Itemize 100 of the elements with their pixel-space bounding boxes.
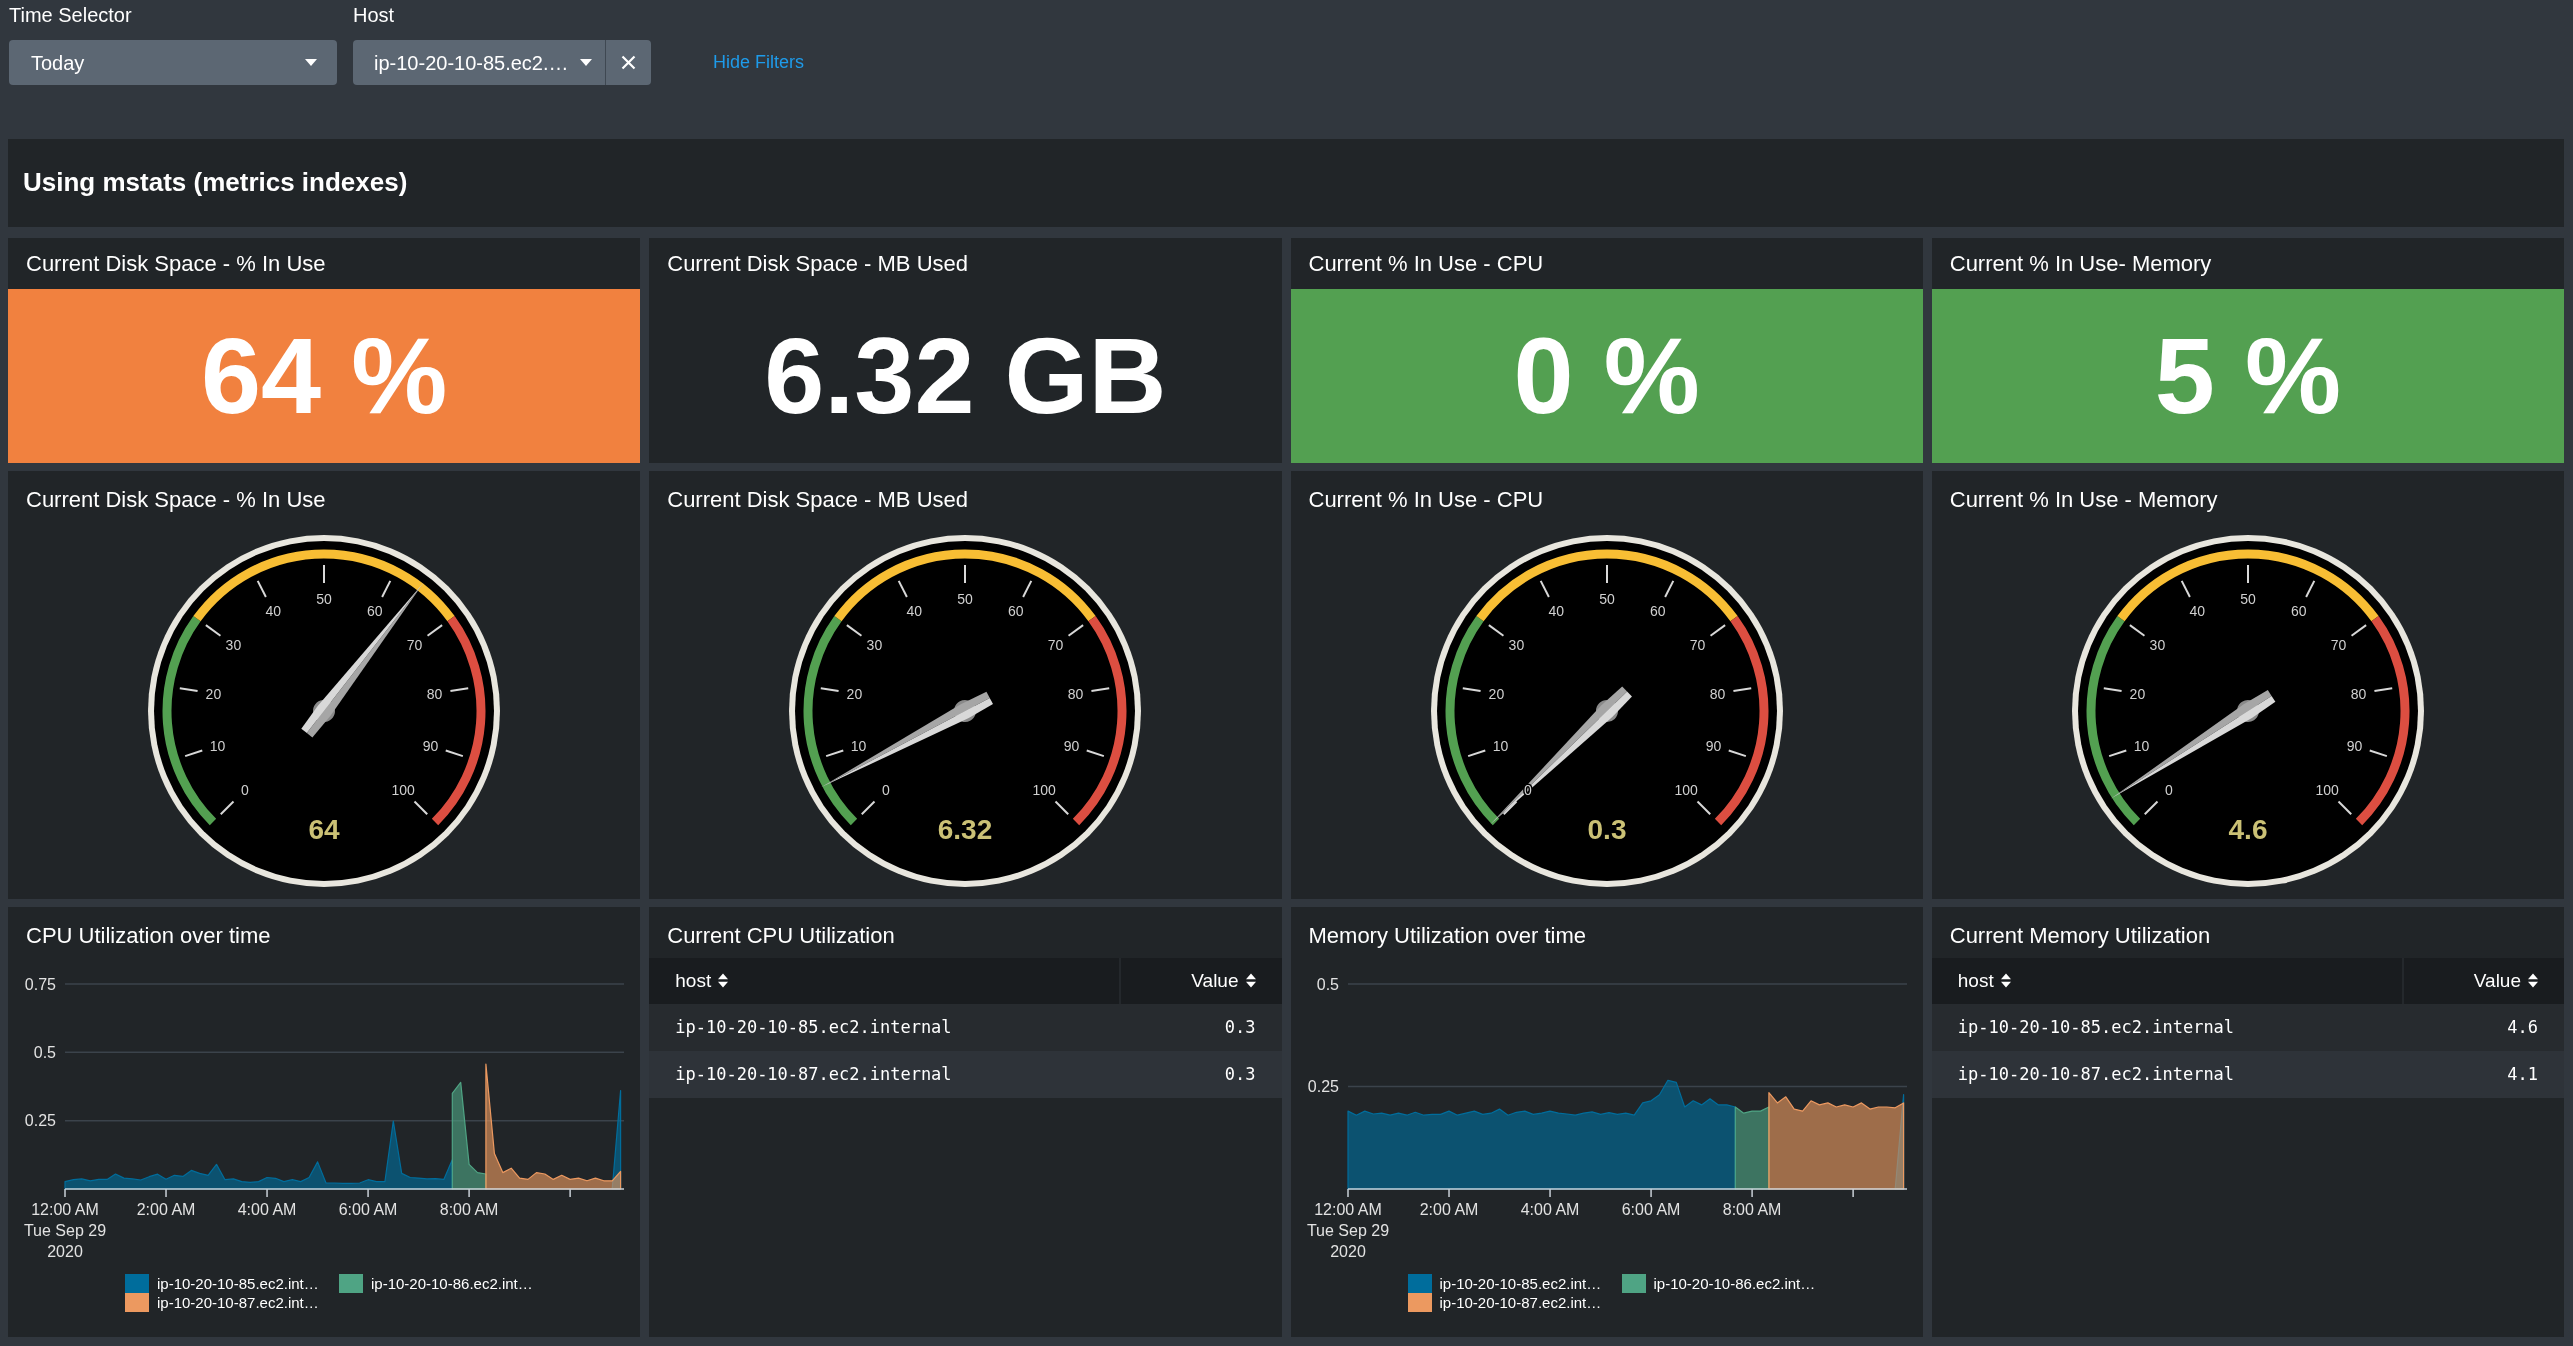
gauge-tick-label: 30 [225,637,242,654]
table-cell: 0.3 [1120,1004,1282,1051]
table-cell: 4.1 [2402,1051,2564,1098]
sort-icon [2528,972,2538,988]
caret-icon [305,59,317,66]
gauge-tick-label: 80 [426,685,443,702]
panel-title: Current Memory Utilization [1948,922,2212,949]
column-header[interactable]: host [1931,958,2403,1004]
panel-title: Current % In Use - CPU [1307,486,1545,513]
gauge-tick-label: 10 [851,737,867,754]
table-cell: ip-10-20-10-85.ec2.internal [1931,1004,2403,1051]
hide-filters-link[interactable]: Hide Filters [713,52,805,73]
gauge-tick-label: 10 [209,737,226,754]
gauge-value: 4.6 [2228,813,2268,845]
gauge-tick-label: 0 [241,782,249,799]
y-axis-label: 0.25 [1307,1078,1339,1095]
column-header[interactable]: Value [2402,958,2564,1004]
gauge-tick-label: 100 [1032,782,1057,799]
dropdown[interactable]: Today [9,40,337,85]
x-axis-label: 6:00 AM [338,1201,398,1218]
x-axis-label: 12:00 AM Tue Sep 29 2020 [23,1201,107,1260]
table-cell: ip-10-20-10-87.ec2.internal [649,1051,1121,1098]
x-axis-label: 2:00 AM [136,1201,196,1218]
legend-label: ip-10-20-10-87.ec2.int… [157,1293,319,1312]
gauge-tick-label: 50 [316,591,332,607]
gauge-tick-label: 30 [1508,637,1524,654]
gauge-tick-label: 40 [2189,603,2205,620]
gauge-tick-label: 100 [391,782,415,799]
column-header[interactable]: host [649,958,1121,1004]
x-axis-label: 4:00 AM [237,1201,297,1218]
table-cell: 0.3 [1120,1051,1282,1098]
panel-title: Current Disk Space - MB Used [666,250,969,278]
panel-title: Current Disk Space - % In Use [25,486,327,513]
caret-icon [580,59,592,66]
sort-icon [718,972,729,988]
gauge-tick-label: 80 [1709,685,1725,702]
clear-button[interactable] [605,40,651,85]
gauge-tick-label: 40 [265,603,282,620]
gauge-tick-label: 10 [1492,737,1508,754]
panel-title: Current Disk Space - % In Use [25,250,327,278]
dropdown[interactable]: ip-10-20-10-85.ec2.… [353,40,605,85]
gauge-value: 6.32 [938,813,993,845]
legend-label: ip-10-20-10-86.ec2.int… [371,1274,533,1293]
single-value: 0 % [1513,322,1700,430]
legend-label: ip-10-20-10-85.ec2.int… [1439,1274,1602,1293]
legend-label: ip-10-20-10-85.ec2.int… [157,1274,319,1293]
gauge-tick-label: 0 [882,782,891,799]
legend-label: ip-10-20-10-86.ec2.int… [1653,1274,1816,1293]
table-cell: ip-10-20-10-87.ec2.internal [1931,1051,2403,1098]
panel-title: Current Disk Space - MB Used [666,486,969,513]
y-axis-label: 0.75 [24,975,56,993]
close-icon [621,55,636,70]
gauge-tick-label: 0 [2164,782,2173,799]
gauge-tick-label: 40 [1548,603,1564,620]
single-value: 6.32 GB [764,322,1167,430]
gauge-tick-label: 70 [406,637,423,654]
gauge-tick-label: 70 [1689,637,1705,654]
gauge-tick-label: 100 [1674,782,1698,799]
x-axis-label: 12:00 AM Tue Sep 29 2020 [1306,1201,1389,1260]
gauge-tick-label: 80 [2350,685,2367,702]
panel-title: Current CPU Utilization [666,922,896,949]
gauge-value: 64 [308,813,340,845]
gauge-tick-label: 60 [2290,603,2307,620]
sort-icon [1245,972,1256,988]
gauge-tick-label: 20 [205,685,222,702]
gauge-tick-label: 60 [367,603,383,620]
panel-title: Current % In Use- Memory [1948,250,2213,278]
gauge-tick-label: 70 [1048,637,1064,654]
gauge-tick-label: 90 [2346,737,2363,754]
x-axis-label: 6:00 AM [1621,1201,1680,1218]
y-axis-label: 0.5 [33,1043,56,1061]
gauge-tick-label: 30 [867,637,883,654]
gauge-tick-label: 20 [2129,685,2146,702]
gauge-tick-label: 30 [2149,637,2166,654]
table-cell: 4.6 [2402,1004,2564,1051]
filter-label: Time Selector [9,3,133,27]
gauge-tick-label: 90 [1064,737,1080,754]
gauge-tick-label: 60 [1008,603,1024,620]
dashboard-title: Using mstats (metrics indexes) [23,167,408,199]
gauge-tick-label: 60 [1649,603,1666,620]
y-axis-label: 0.25 [24,1112,56,1130]
gauge-tick-label: 70 [2330,637,2347,654]
gauge-tick-label: 40 [906,603,923,620]
single-value: 5 % [2154,322,2341,430]
panel-title: Current % In Use - CPU [1307,250,1545,278]
gauge-tick-label: 100 [2315,782,2339,799]
panel-title: CPU Utilization over time [25,922,272,949]
single-value: 64 % [201,322,448,430]
panel-title: Memory Utilization over time [1307,922,1587,949]
gauge-tick-label: 50 [957,591,974,607]
table-cell: ip-10-20-10-85.ec2.internal [649,1004,1121,1051]
x-axis-label: 8:00 AM [439,1201,499,1218]
column-header[interactable]: Value [1120,958,1282,1004]
sort-icon [2000,972,2011,988]
gauge-tick-label: 90 [422,737,439,754]
gauge-tick-label: 20 [1488,685,1504,702]
panel-title: Current % In Use - Memory [1948,486,2219,513]
y-axis-label: 0.5 [1316,975,1339,993]
filter-label: Host [353,3,396,27]
gauge-tick-label: 80 [1068,685,1084,702]
